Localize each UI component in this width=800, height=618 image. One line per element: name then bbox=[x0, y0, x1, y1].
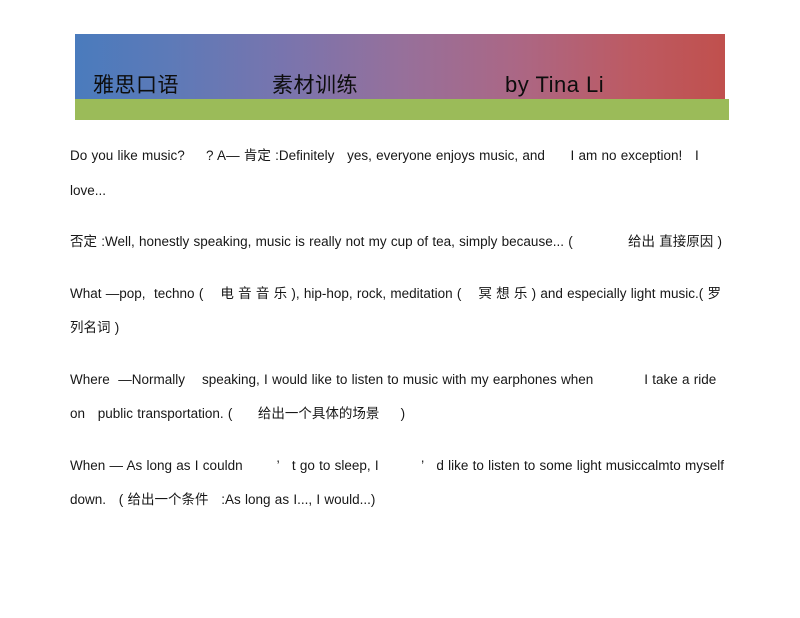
paragraph-what: What —pop, techno ( 电 音 音 乐 ), hip-hop, … bbox=[70, 285, 721, 336]
banner-title-middle: 素材训练 bbox=[272, 73, 358, 97]
paragraph-do-you-like-music: Do you like music? ? A— 肯定 :Definitely y… bbox=[70, 148, 704, 198]
banner-title-row: 雅思口语 素材训练 by Tina Li bbox=[75, 34, 725, 100]
paragraph-negative-answer: 否定 :Well, honestly speaking, music is re… bbox=[70, 234, 722, 249]
banner-title-left: 雅思口语 bbox=[93, 73, 179, 97]
paragraph-when: When — As long as I couldn ’ t go to sle… bbox=[70, 457, 729, 508]
banner-green-underbar bbox=[75, 99, 729, 120]
title-banner: 雅思口语 素材训练 by Tina Li bbox=[75, 34, 729, 120]
document-body: Do you like music? ? A— 肯定 :Definitely y… bbox=[70, 139, 730, 518]
banner-title-author: by Tina Li bbox=[505, 72, 605, 97]
paragraph-where: Where —Normally speaking, I would like t… bbox=[70, 371, 721, 422]
document-page: 雅思口语 素材训练 by Tina Li Do you like music? … bbox=[0, 0, 800, 618]
